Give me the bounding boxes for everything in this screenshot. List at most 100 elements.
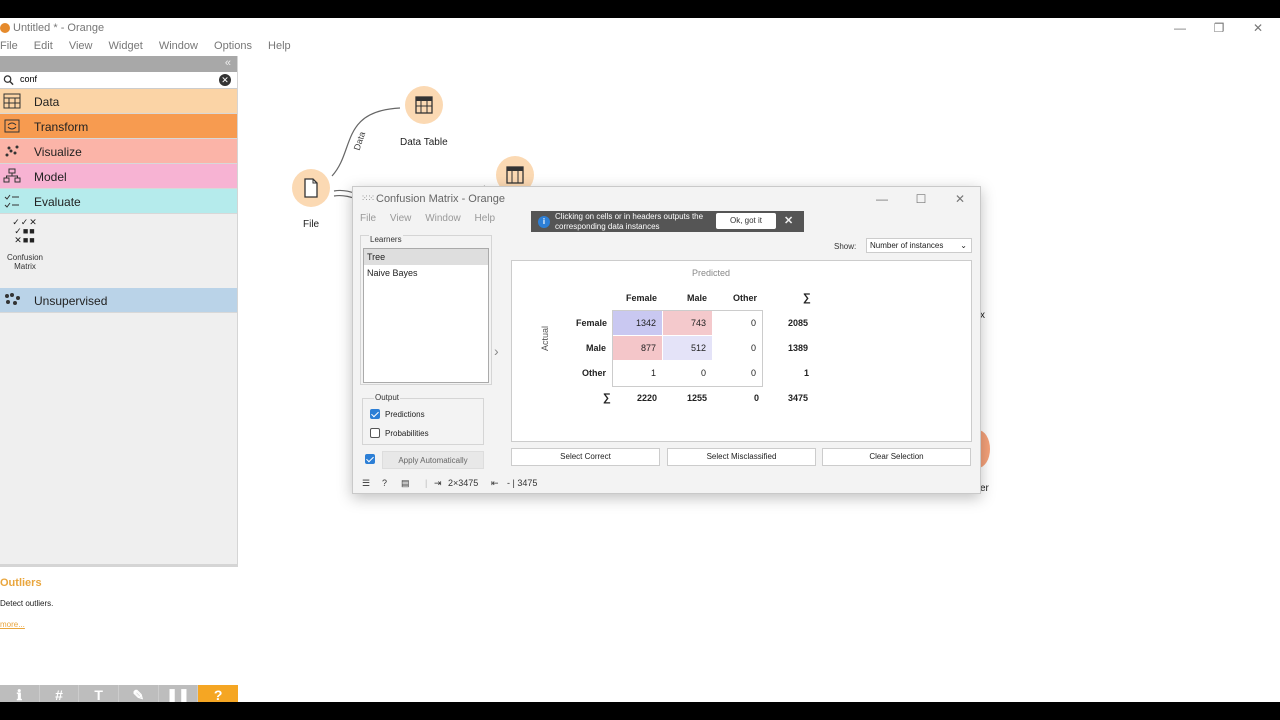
widget-search-row: ✕ (0, 72, 237, 89)
category-data-label: Data (34, 95, 60, 109)
dialog-close-button[interactable]: ✕ (952, 192, 968, 206)
tooltip-close-icon[interactable]: ✕ (784, 214, 793, 227)
menu-icon[interactable]: ☰ (362, 478, 370, 489)
data-table-icon (506, 166, 524, 184)
row-header-other[interactable]: Other (582, 368, 606, 378)
add-arrow-button[interactable]: ✎ (119, 685, 159, 702)
total-sum: 3475 (788, 393, 809, 403)
menu-widget[interactable]: Widget (109, 40, 143, 52)
clear-selection-button[interactable]: Clear Selection (822, 448, 971, 466)
add-text-button[interactable]: T (79, 685, 120, 702)
maximize-button[interactable]: ❐ (1211, 21, 1227, 35)
transform-icon (4, 119, 20, 133)
learner-tree[interactable]: Tree (364, 249, 488, 265)
menu-options[interactable]: Options (214, 40, 252, 52)
cell-male-male[interactable]: 512 (663, 336, 712, 360)
minimize-button[interactable]: — (1172, 21, 1188, 35)
widget-area: ✓✓✕ ✓■■ ✕■■ Confusion Matrix (0, 214, 237, 288)
select-correct-button[interactable]: Select Correct (511, 448, 660, 466)
col-header-other[interactable]: Other (733, 293, 757, 303)
collapse-panel-button[interactable]: « (225, 57, 231, 69)
clear-search-icon[interactable]: ✕ (219, 74, 231, 86)
col-sum-female: 2220 (637, 393, 658, 403)
category-model[interactable]: Model (0, 164, 237, 189)
pause-button[interactable]: ❚❚ (159, 685, 199, 702)
predictions-checkbox[interactable] (370, 409, 380, 419)
info-button[interactable]: ℹ (0, 685, 40, 702)
learner-naive-bayes[interactable]: Naive Bayes (364, 265, 488, 281)
category-evaluate[interactable]: Evaluate (0, 189, 237, 214)
output-icon: ⇤ (491, 478, 499, 488)
dialog-menu-help[interactable]: Help (475, 213, 496, 224)
probabilities-checkbox[interactable] (370, 428, 380, 438)
output-label: Output (374, 393, 401, 402)
cell-female-male[interactable]: 743 (663, 311, 712, 335)
main-titlebar: Untitled * - Orange — ❐ ✕ (0, 18, 1280, 40)
show-select[interactable]: Number of instances ⌄ (866, 238, 972, 253)
dialog-menu-view[interactable]: View (390, 213, 412, 224)
category-evaluate-label: Evaluate (34, 195, 81, 209)
scatter-plot-icon (5, 145, 19, 157)
tooltip-message: Clicking on cells or in headers outputs … (555, 212, 703, 232)
actual-axis-label: Actual (540, 325, 550, 351)
evaluate-icon (4, 194, 19, 208)
confusion-matrix-widget[interactable]: ✓✓✕ ✓■■ ✕■■ Confusion Matrix (4, 218, 46, 272)
cell-other-other[interactable]: 0 (713, 361, 762, 385)
col-sum-other: 0 (754, 393, 760, 403)
cell-other-female[interactable]: 1 (613, 361, 662, 385)
close-button[interactable]: ✕ (1250, 21, 1266, 35)
menu-help[interactable]: Help (268, 40, 291, 52)
ok-got-it-button[interactable]: Ok, got it (716, 213, 776, 229)
dialog-minimize-button[interactable]: — (874, 192, 890, 206)
col-sum-male: 1255 (687, 393, 708, 403)
table-icon (3, 93, 21, 109)
widget-grid-icon: ⁙⁙ (361, 193, 375, 203)
panel-header: « (0, 56, 237, 72)
col-header-female[interactable]: Female (626, 293, 657, 303)
hidden-node-label-er: er (980, 483, 989, 494)
cell-female-female[interactable]: 1342 (613, 311, 662, 335)
cell-male-female[interactable]: 877 (613, 336, 662, 360)
category-data[interactable]: Data (0, 89, 237, 114)
menu-view[interactable]: View (69, 40, 93, 52)
dialog-menu-window[interactable]: Window (425, 213, 461, 224)
cell-female-other[interactable]: 0 (713, 311, 762, 335)
dialog-menubar: File View Window Help (360, 213, 506, 224)
predictions-label: Predictions (385, 410, 425, 419)
orange-app-icon (0, 23, 10, 33)
chevron-right-icon: › (494, 343, 499, 359)
category-transform[interactable]: Transform (0, 114, 237, 139)
cell-male-other[interactable]: 0 (713, 336, 762, 360)
description-more-link[interactable]: more... (0, 620, 25, 629)
confusion-matrix-dialog: ⁙⁙ Confusion Matrix - Orange — ☐ ✕ File … (352, 186, 981, 494)
dialog-maximize-button[interactable]: ☐ (913, 192, 929, 206)
file-node-label: File (303, 219, 320, 230)
menu-window[interactable]: Window (159, 40, 198, 52)
window-title: Untitled * - Orange (13, 22, 105, 34)
widget-description: Outliers Detect outliers. more... ℹ # T … (0, 564, 239, 702)
canvas-toolbar: ℹ # T ✎ ❚❚ ? (0, 685, 239, 702)
row-header-male[interactable]: Male (586, 343, 606, 353)
menu-file[interactable]: File (0, 40, 18, 52)
widget-search-input[interactable] (20, 74, 200, 84)
row-header-female[interactable]: Female (576, 318, 607, 328)
menu-edit[interactable]: Edit (34, 40, 53, 52)
help-icon[interactable]: ? (382, 478, 387, 488)
category-visualize[interactable]: Visualize (0, 139, 237, 164)
report-icon[interactable]: ▤ (401, 478, 410, 489)
clusters-icon (5, 293, 20, 305)
help-button[interactable]: ? (198, 685, 239, 702)
grid-align-button[interactable]: # (40, 685, 80, 702)
apply-automatically-button[interactable]: Apply Automatically (382, 451, 484, 469)
col-header-male[interactable]: Male (687, 293, 707, 303)
cell-other-male[interactable]: 0 (663, 361, 712, 385)
info-icon: i (538, 216, 550, 228)
file-node[interactable] (292, 169, 330, 207)
learners-group: Learners Tree Naive Bayes (360, 235, 492, 385)
select-misclassified-button[interactable]: Select Misclassified (667, 448, 816, 466)
dialog-menu-file[interactable]: File (360, 213, 376, 224)
apply-automatically-checkbox[interactable] (365, 454, 375, 464)
screen: Untitled * - Orange — ❐ ✕ File Edit View… (0, 18, 1280, 702)
category-unsupervised[interactable]: Unsupervised (0, 288, 237, 313)
data-table-node[interactable] (405, 86, 443, 124)
